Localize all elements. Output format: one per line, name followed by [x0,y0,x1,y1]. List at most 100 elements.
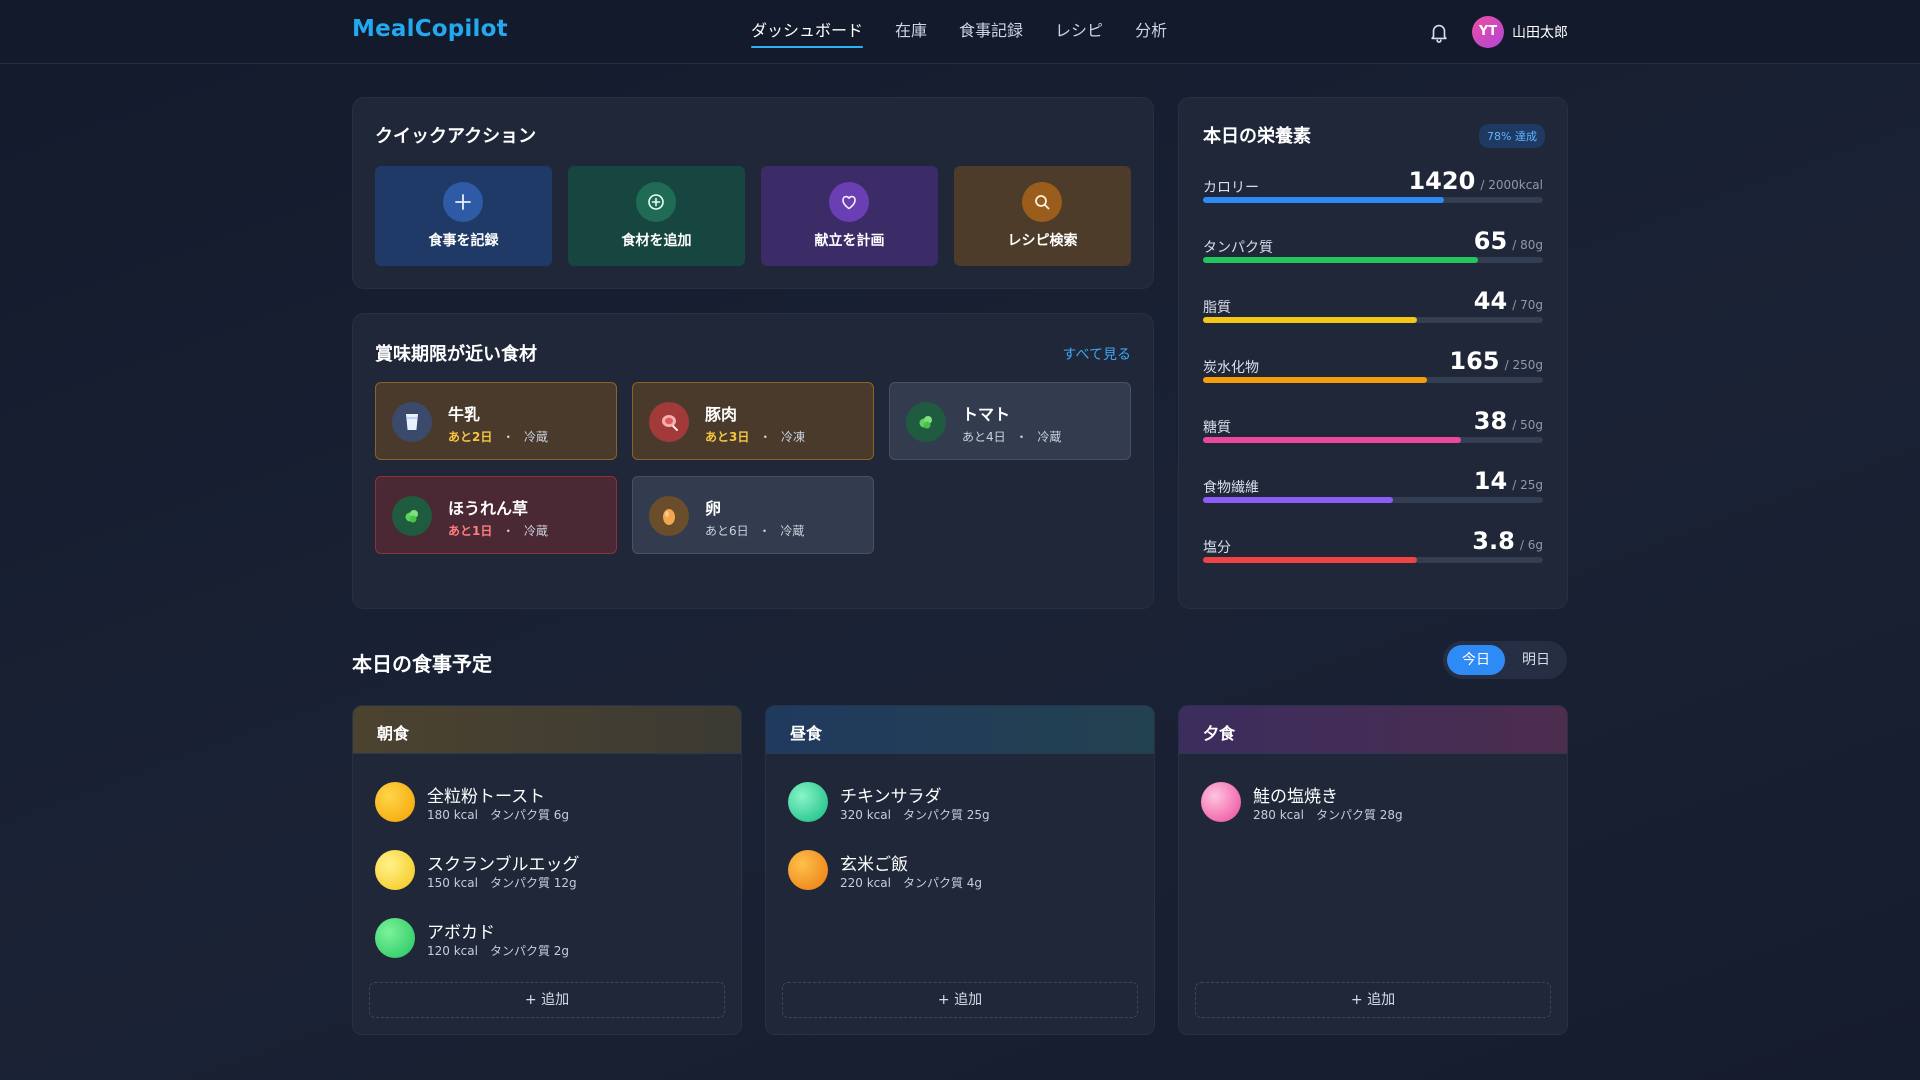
expiring-item-name: 牛乳 [448,405,481,424]
meta-separator: ・ [759,430,772,444]
nutrient-value: 3.8 [1472,527,1515,555]
dish-name: 玄米ご飯 [840,855,908,875]
recipe-search-label: レシピ検索 [1007,233,1078,249]
expiring-item-egg[interactable]: 卵 あと6日 ・ 冷蔵 [632,476,874,554]
nutrient-row-carbs: 炭水化物 165 / 250g [1203,347,1543,391]
nutrient-progress-fill [1203,557,1418,563]
nutrient-row-protein: タンパク質 65 / 80g [1203,227,1543,271]
nutrient-progress-fill [1203,197,1445,203]
dish-item[interactable]: アボカド 120 kcal タンパク質 2g [375,912,715,962]
dish-meta: 280 kcal タンパク質 28g [1253,808,1403,822]
nutrient-progress-track [1203,497,1543,503]
nutrient-row-calories: カロリー 1420 / 2000kcal [1203,167,1543,211]
dish-name: チキンサラダ [840,787,942,807]
see-all-link[interactable]: すべて見る [1063,344,1131,364]
notification-bell-icon[interactable] [1428,21,1450,43]
dish-name: スクランブルエッグ [427,855,580,875]
meal-header: 朝食 [353,706,741,754]
meta-separator: ・ [758,524,771,538]
meal-column-breakfast: 朝食 全粒粉トースト 180 kcal タンパク質 6g スクランブルエッグ 1… [352,705,742,1035]
nutrient-values: 14 / 25g [1474,467,1543,495]
dish-color-dot [375,918,415,958]
nutrient-value: 14 [1473,467,1508,495]
dish-color-dot [375,850,415,890]
nutrient-progress-track [1203,197,1543,203]
nutrient-label: 食物繊維 [1203,480,1259,496]
app-logo[interactable]: MealCopilot [352,16,508,42]
storage-type: 冷蔵 [1037,430,1062,444]
achievement-badge: 78% 達成 [1479,124,1545,148]
user-avatar[interactable]: YT [1472,16,1504,48]
expiring-days: あと6日 [705,524,749,538]
nutrient-goal: / 6g [1519,538,1543,552]
plan-menu-label: 献立を計画 [814,233,885,249]
expiring-item-meta: あと3日 ・ 冷凍 [705,428,805,445]
nav-item-analytics[interactable]: 分析 [1119,0,1183,64]
expiring-item-name: 卵 [705,499,722,518]
dish-name: アボカド [427,923,495,943]
expiring-item-meta: あと1日 ・ 冷蔵 [448,522,548,539]
tomorrow-toggle-button[interactable]: 明日 [1509,645,1563,675]
plus-icon [443,182,483,222]
nav-item-meal-log[interactable]: 食事記録 [943,0,1039,64]
dish-color-dot [788,850,828,890]
dish-item[interactable]: 鮭の塩焼き 280 kcal タンパク質 28g [1201,776,1541,826]
dish-meta: 120 kcal タンパク質 2g [427,944,570,958]
vegetable-icon [906,402,946,442]
dish-meta: 180 kcal タンパク質 6g [427,808,570,822]
expiring-item-spinach[interactable]: ほうれん草 あと1日 ・ 冷蔵 [375,476,617,554]
expiring-item-tomato[interactable]: トマト あと4日 ・ 冷蔵 [889,382,1131,460]
nav-item-recipes[interactable]: レシピ [1039,0,1119,64]
expiring-item-meta: あと4日 ・ 冷蔵 [962,428,1061,445]
nutrient-label: 糖質 [1203,420,1231,436]
dish-color-dot [375,782,415,822]
add-dish-button[interactable]: + 追加 [1195,982,1551,1018]
nutrient-goal: / 50g [1512,418,1543,432]
quick-actions-card: クイックアクション 食事を記録 食材を追加 献立を計画 レシピ検索 [352,97,1154,289]
nav-item-inventory[interactable]: 在庫 [879,0,943,64]
nutrient-values: 38 / 50g [1474,407,1543,435]
expiring-days: あと3日 [705,430,750,444]
dish-color-dot [1201,782,1241,822]
meta-separator: ・ [1015,430,1028,444]
nutrient-progress-track [1203,437,1543,443]
meal-plan-title: 本日の食事予定 [352,652,492,676]
leafy-green-icon [392,496,432,536]
expiring-item-milk[interactable]: 牛乳 あと2日 ・ 冷蔵 [375,382,617,460]
nutrient-goal: / 70g [1512,298,1543,312]
nutrient-value: 38 [1473,407,1508,435]
dish-item[interactable]: 玄米ご飯 220 kcal タンパク質 4g [788,844,1128,894]
today-toggle-button[interactable]: 今日 [1447,645,1505,675]
nutrient-value: 44 [1473,287,1508,315]
add-dish-button[interactable]: + 追加 [782,982,1138,1018]
expiring-item-name: 豚肉 [705,405,738,424]
nutrient-values: 1420 / 2000kcal [1408,167,1543,195]
nutrient-progress-fill [1203,437,1462,443]
user-name[interactable]: 山田太郎 [1512,22,1568,42]
expiring-item-name: ほうれん草 [448,499,529,518]
storage-type: 冷凍 [781,430,806,444]
nutrient-values: 3.8 / 6g [1472,527,1543,555]
dish-item[interactable]: 全粒粉トースト 180 kcal タンパク質 6g [375,776,715,826]
add-ingredient-button[interactable]: 食材を追加 [568,166,745,266]
meal-header: 昼食 [766,706,1154,754]
nutrient-row-fat: 脂質 44 / 70g [1203,287,1543,331]
nutrition-card: 本日の栄養素 78% 達成 カロリー 1420 / 2000kcal タンパク質… [1178,97,1568,609]
egg-icon [649,496,689,536]
nutrient-values: 44 / 70g [1474,287,1543,315]
expiring-item-pork[interactable]: 豚肉 あと3日 ・ 冷凍 [632,382,874,460]
meta-separator: ・ [502,524,515,538]
recipe-search-button[interactable]: レシピ検索 [954,166,1131,266]
plan-menu-button[interactable]: 献立を計画 [761,166,938,266]
expiring-item-meta: あと6日 ・ 冷蔵 [705,522,804,539]
nav-item-dashboard[interactable]: ダッシュボード [735,0,879,64]
nutrient-value: 165 [1449,347,1500,375]
log-meal-label: 食事を記録 [428,233,499,249]
nutrient-progress-fill [1203,257,1479,263]
expiring-item-meta: あと2日 ・ 冷蔵 [448,428,548,445]
add-dish-button[interactable]: + 追加 [369,982,725,1018]
dish-item[interactable]: スクランブルエッグ 150 kcal タンパク質 12g [375,844,715,894]
log-meal-button[interactable]: 食事を記録 [375,166,552,266]
nutrient-value: 1420 [1408,167,1476,195]
dish-item[interactable]: チキンサラダ 320 kcal タンパク質 25g [788,776,1128,826]
